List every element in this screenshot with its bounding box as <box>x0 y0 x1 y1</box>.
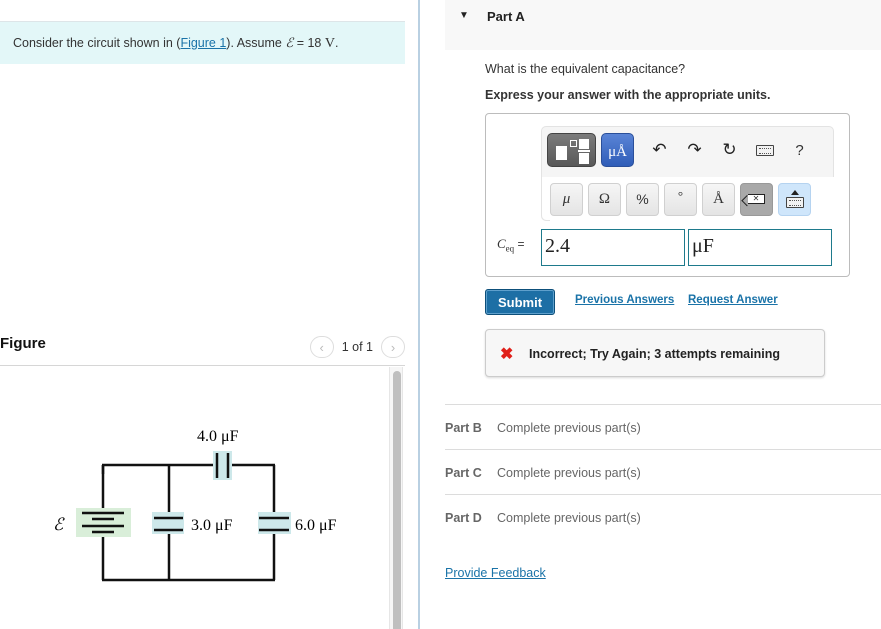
capacitor-6uF: 6.0 μF <box>258 512 337 534</box>
part-a-title: Part A <box>487 9 525 24</box>
answer-editor: μÅ ↶ ↷ ↻ ? μ Ω % ° Å ✕ Ceq = 2.4 μF <box>485 113 850 277</box>
part-b-label: Part B <box>445 421 482 435</box>
error-x-icon: ✖ <box>500 346 514 363</box>
part-d-row[interactable]: Part D Complete previous part(s) <box>445 494 881 539</box>
capacitor-3uF-label: 3.0 μF <box>191 517 233 534</box>
part-c-row[interactable]: Part C Complete previous part(s) <box>445 449 881 494</box>
figure-title: Figure <box>0 335 46 352</box>
degree-symbol-button[interactable]: ° <box>664 182 697 216</box>
figure-viewport: ℰ 4.0 μF 3.0 μF 6.0 μF <box>0 367 405 629</box>
keyboard-shortcuts-button[interactable] <box>747 133 782 167</box>
variable-subscript: eq <box>505 243 515 254</box>
prompt-prefix: Consider the circuit shown in ( <box>13 36 181 50</box>
redo-icon: ↷ <box>687 140 702 159</box>
request-answer-link[interactable]: Request Answer <box>688 294 778 306</box>
problem-statement: Consider the circuit shown in (Figure 1)… <box>0 21 405 64</box>
previous-answers-link[interactable]: Previous Answers <box>575 294 674 306</box>
figure-header: Figure ‹ 1 of 1 › <box>0 334 405 366</box>
part-c-status: Complete previous part(s) <box>497 466 641 480</box>
figure-scrollbar-thumb[interactable] <box>393 371 401 629</box>
chevron-right-icon: › <box>390 339 396 355</box>
reset-icon: ↻ <box>722 140 737 159</box>
percent-symbol-button[interactable]: % <box>626 182 659 216</box>
part-d-status: Complete previous part(s) <box>497 511 641 525</box>
backspace-icon: ✕ <box>748 194 765 204</box>
template-icon-part <box>579 139 589 149</box>
help-icon: ? <box>795 141 804 159</box>
template-icon <box>556 146 567 160</box>
part-b-row[interactable]: Part B Complete previous part(s) <box>445 404 881 449</box>
part-a-header[interactable]: ▼ Part A <box>445 0 881 50</box>
redo-button[interactable]: ↷ <box>677 133 712 167</box>
toolbar-row-symbols: μ Ω % ° Å ✕ <box>550 177 834 221</box>
provide-feedback-link[interactable]: Provide Feedback <box>445 566 546 580</box>
emf-label: ℰ <box>53 515 65 534</box>
emf-value: = 18 <box>293 36 325 50</box>
problem-panel: Consider the circuit shown in (Figure 1)… <box>0 0 418 629</box>
next-figure-button[interactable]: › <box>381 336 405 358</box>
panel-divider[interactable] <box>418 0 420 629</box>
feedback-message: Incorrect; Try Again; 3 attempts remaini… <box>529 347 780 361</box>
figure-page-indicator: 1 of 1 <box>341 340 373 354</box>
part-d-label: Part D <box>445 511 482 525</box>
feedback-message-box: ✖ Incorrect; Try Again; 3 attempts remai… <box>485 329 825 377</box>
submit-button[interactable]: Submit <box>485 289 555 315</box>
omega-symbol-button[interactable]: Ω <box>588 182 621 216</box>
templates-button[interactable] <box>547 133 596 167</box>
mu-symbol-button[interactable]: μ <box>550 182 583 216</box>
chevron-left-icon: ‹ <box>319 339 324 355</box>
units-button[interactable]: μÅ <box>601 133 634 167</box>
undo-icon: ↶ <box>652 140 667 159</box>
answer-variable-label: Ceq = <box>497 236 525 254</box>
toggle-keyboard-button[interactable] <box>778 182 811 216</box>
caret-down-icon[interactable]: ▼ <box>459 10 469 21</box>
reset-button[interactable]: ↻ <box>712 133 747 167</box>
undo-button[interactable]: ↶ <box>642 133 677 167</box>
arrow-up-icon <box>790 190 799 195</box>
emf-unit: V <box>324 36 335 51</box>
toolbar-row-main: μÅ ↶ ↷ ↻ ? <box>547 133 817 167</box>
equals-sign: = <box>514 237 525 251</box>
keyboard-icon <box>755 144 774 156</box>
circuit-diagram: ℰ 4.0 μF 3.0 μF 6.0 μF <box>53 428 337 582</box>
answer-value-input[interactable]: 2.4 <box>541 229 685 266</box>
template-icon-part <box>579 153 589 164</box>
part-b-status: Complete previous part(s) <box>497 421 641 435</box>
keyboard-icon <box>785 197 804 208</box>
figure-scrollbar[interactable] <box>389 367 403 629</box>
capacitor-4uF: 4.0 μF <box>197 428 239 480</box>
capacitor-6uF-label: 6.0 μF <box>295 517 337 534</box>
questions-panel: ▼ Part A What is the equivalent capacita… <box>445 0 881 629</box>
part-c-label: Part C <box>445 466 482 480</box>
math-toolbar: μÅ ↶ ↷ ↻ ? μ Ω % ° Å ✕ <box>541 126 834 221</box>
answer-unit-input[interactable]: μF <box>688 229 832 266</box>
page: Consider the circuit shown in (Figure 1)… <box>0 0 881 629</box>
prev-figure-button[interactable]: ‹ <box>309 336 334 358</box>
template-icon-part <box>578 150 590 152</box>
part-a-question: What is the equivalent capacitance? <box>485 62 686 76</box>
backspace-button[interactable]: ✕ <box>740 182 773 216</box>
prompt-middle: ). Assume <box>226 36 286 50</box>
angstrom-symbol-button[interactable]: Å <box>702 182 735 216</box>
battery: ℰ <box>53 508 131 537</box>
prompt-suffix: . <box>334 36 339 50</box>
figure-link[interactable]: Figure 1 <box>180 36 226 50</box>
variable-symbol: C <box>497 236 506 251</box>
help-button[interactable]: ? <box>782 133 817 167</box>
capacitor-4uF-label: 4.0 μF <box>197 428 239 445</box>
figure-pager: ‹ 1 of 1 › <box>309 336 405 358</box>
part-a-instruction: Express your answer with the appropriate… <box>485 88 771 102</box>
capacitor-3uF: 3.0 μF <box>152 512 233 534</box>
template-icon-part <box>570 140 577 147</box>
